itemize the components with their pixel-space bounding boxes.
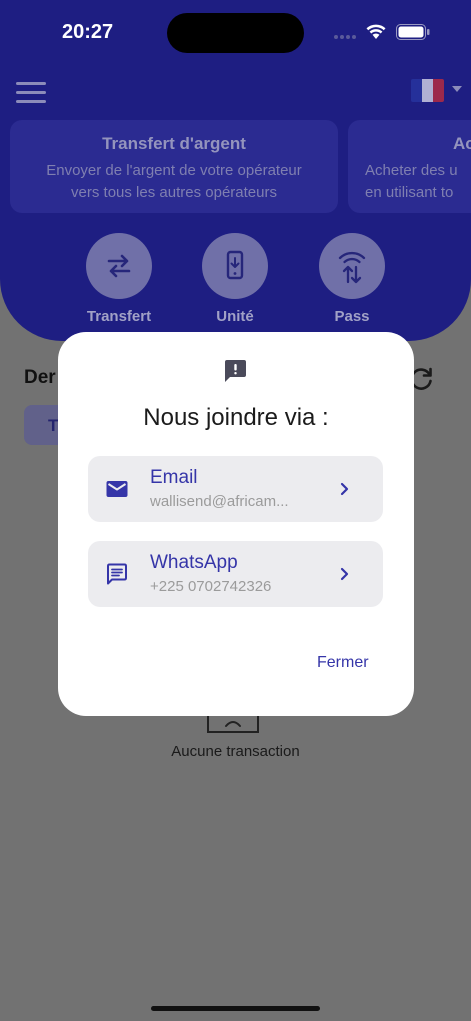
close-button[interactable]: Fermer [317, 654, 369, 672]
chat-icon [107, 563, 127, 585]
dynamic-island [167, 13, 304, 53]
action-label: Unité [216, 308, 254, 325]
battery-icon [396, 24, 430, 40]
transfer-action-button[interactable]: Transfert [76, 233, 162, 325]
section-title: Der [24, 367, 56, 388]
action-label: Pass [334, 308, 370, 325]
card-description-line: en utilisant to [365, 184, 454, 201]
unit-action-button[interactable]: Unité [192, 233, 278, 325]
email-icon [106, 481, 128, 497]
card-title: Ac [453, 134, 471, 153]
contact-dialog: Nous joindre via : Email wallisend@afric… [58, 332, 414, 716]
card-description: Envoyer de l'argent de votre opérateur v… [10, 160, 338, 204]
card-title: Transfert d'argent [102, 134, 246, 153]
option-subtitle: +225 0702742326 [150, 578, 272, 595]
home-indicator[interactable] [151, 1006, 320, 1011]
action-label: Transfert [86, 308, 152, 325]
cellular-signal-icon [334, 35, 358, 39]
card-description-line: Acheter des u [365, 162, 458, 179]
chevron-right-icon [340, 482, 349, 496]
option-title: Email [150, 467, 198, 488]
status-time: 20:27 [62, 21, 114, 43]
transfer-arrows-icon [86, 233, 152, 299]
money-transfer-card[interactable]: Transfert d'argent Envoyer de l'argent d… [10, 120, 338, 213]
app-header: 20:27 Transfert d'argent Envoyer de l'ar… [0, 0, 471, 341]
wifi-icon [366, 24, 386, 39]
card-description-line: Envoyer de l'argent de votre opérateur [46, 162, 302, 179]
purchase-card[interactable]: Ac Acheter des u en utilisant to [348, 120, 471, 213]
chevron-right-icon [340, 567, 349, 581]
wifi-data-icon [319, 233, 385, 299]
chevron-down-icon[interactable] [452, 86, 462, 92]
feedback-icon [225, 360, 246, 382]
hamburger-menu-icon[interactable] [16, 82, 46, 103]
option-subtitle: wallisend@africam... [150, 493, 289, 510]
phone-download-icon [202, 233, 268, 299]
card-description: Acheter des u en utilisant to [365, 160, 471, 204]
france-flag-icon[interactable] [411, 79, 444, 102]
card-description-line: vers tous les autres opérateurs [71, 184, 277, 201]
dialog-title: Nous joindre via : [143, 404, 329, 431]
option-title: WhatsApp [150, 552, 238, 573]
pass-action-button[interactable]: Pass [309, 233, 395, 325]
email-option[interactable]: Email wallisend@africam... [88, 456, 383, 522]
whatsapp-option[interactable]: WhatsApp +225 0702742326 [88, 541, 383, 607]
empty-state-text: Aucune transaction [171, 743, 300, 760]
